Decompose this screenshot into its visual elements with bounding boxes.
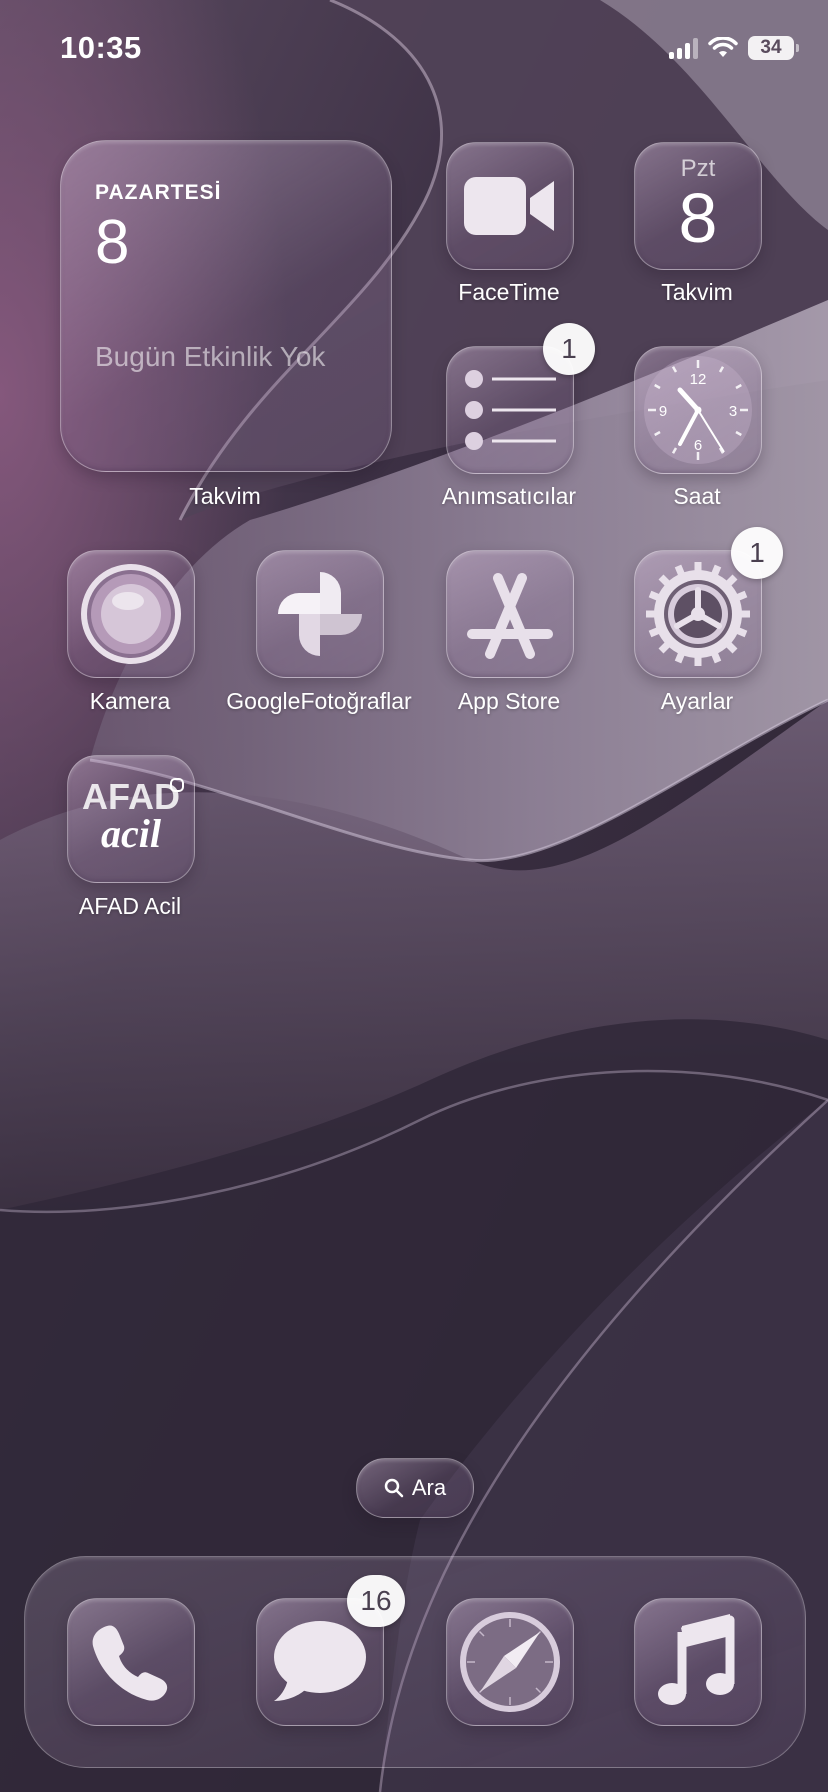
pinwheel-icon bbox=[278, 572, 362, 656]
calendar-icon-date: 8 bbox=[678, 179, 718, 257]
phone-app[interactable] bbox=[67, 1598, 195, 1726]
video-camera-icon bbox=[464, 177, 554, 235]
battery-level: 34 bbox=[760, 37, 782, 58]
google-photos-label: GoogleFotoğraflar bbox=[226, 688, 412, 714]
clock-numeral-6: 6 bbox=[694, 437, 702, 454]
wifi-icon bbox=[708, 37, 738, 57]
status-icons: 34 bbox=[669, 36, 799, 60]
camera-app[interactable] bbox=[67, 550, 195, 678]
settings-label: Ayarlar bbox=[660, 688, 734, 714]
app-store-label: App Store bbox=[457, 688, 561, 714]
calendar-widget[interactable]: PAZARTESİ 8 Bugün Etkinlik Yok bbox=[60, 140, 392, 472]
afad-acil-app[interactable]: AFAD acil bbox=[67, 755, 195, 883]
reminders-label: Anımsatıcılar bbox=[441, 483, 577, 509]
status-time: 10:35 bbox=[60, 30, 142, 65]
reminders-badge: 1 bbox=[543, 323, 595, 375]
clock-label: Saat bbox=[673, 483, 721, 509]
clock-numeral-12: 12 bbox=[690, 371, 707, 388]
afad-registered-icon bbox=[170, 778, 184, 792]
music-note-icon bbox=[658, 1614, 735, 1705]
app-store-app[interactable] bbox=[446, 550, 574, 678]
widget-no-events: Bugün Etkinlik Yok bbox=[95, 341, 326, 372]
messages-badge: 16 bbox=[347, 1575, 405, 1627]
settings-badge: 1 bbox=[731, 527, 783, 579]
list-icon bbox=[465, 370, 556, 450]
camera-label: Kamera bbox=[89, 688, 171, 714]
camera-lens-icon bbox=[81, 564, 181, 664]
afad-logo-subtext: acil bbox=[101, 811, 161, 856]
google-photos-app[interactable] bbox=[256, 550, 384, 678]
afad-acil-label: AFAD Acil bbox=[78, 893, 182, 919]
widget-date: 8 bbox=[95, 208, 130, 277]
clock-numeral-9: 9 bbox=[659, 403, 667, 420]
calendar-app[interactable]: Pzt 8 bbox=[634, 142, 762, 270]
facetime-app[interactable] bbox=[446, 142, 574, 270]
message-bubble-icon bbox=[274, 1621, 366, 1701]
app-store-a-icon bbox=[467, 573, 553, 659]
clock-app[interactable]: 12 3 6 9 bbox=[634, 346, 762, 474]
afad-logo-text: AFAD bbox=[82, 776, 180, 817]
search-label: Ara bbox=[411, 1475, 447, 1500]
compass-icon bbox=[460, 1612, 560, 1712]
facetime-label: FaceTime bbox=[458, 279, 560, 305]
calendar-widget-label: Takvim bbox=[189, 483, 261, 509]
music-app[interactable] bbox=[634, 1598, 762, 1726]
phone-icon bbox=[92, 1625, 168, 1701]
gear-icon bbox=[646, 562, 750, 666]
widget-day-name: PAZARTESİ bbox=[95, 181, 222, 204]
safari-app[interactable] bbox=[446, 1598, 574, 1726]
search-icon bbox=[384, 1478, 404, 1498]
search-button[interactable]: Ara bbox=[356, 1458, 474, 1518]
clock-numeral-3: 3 bbox=[729, 403, 737, 420]
clock-icon: 12 3 6 9 bbox=[644, 356, 752, 464]
calendar-app-label: Takvim bbox=[661, 279, 733, 305]
cellular-signal-icon bbox=[669, 37, 698, 59]
battery-icon: 34 bbox=[748, 36, 799, 60]
